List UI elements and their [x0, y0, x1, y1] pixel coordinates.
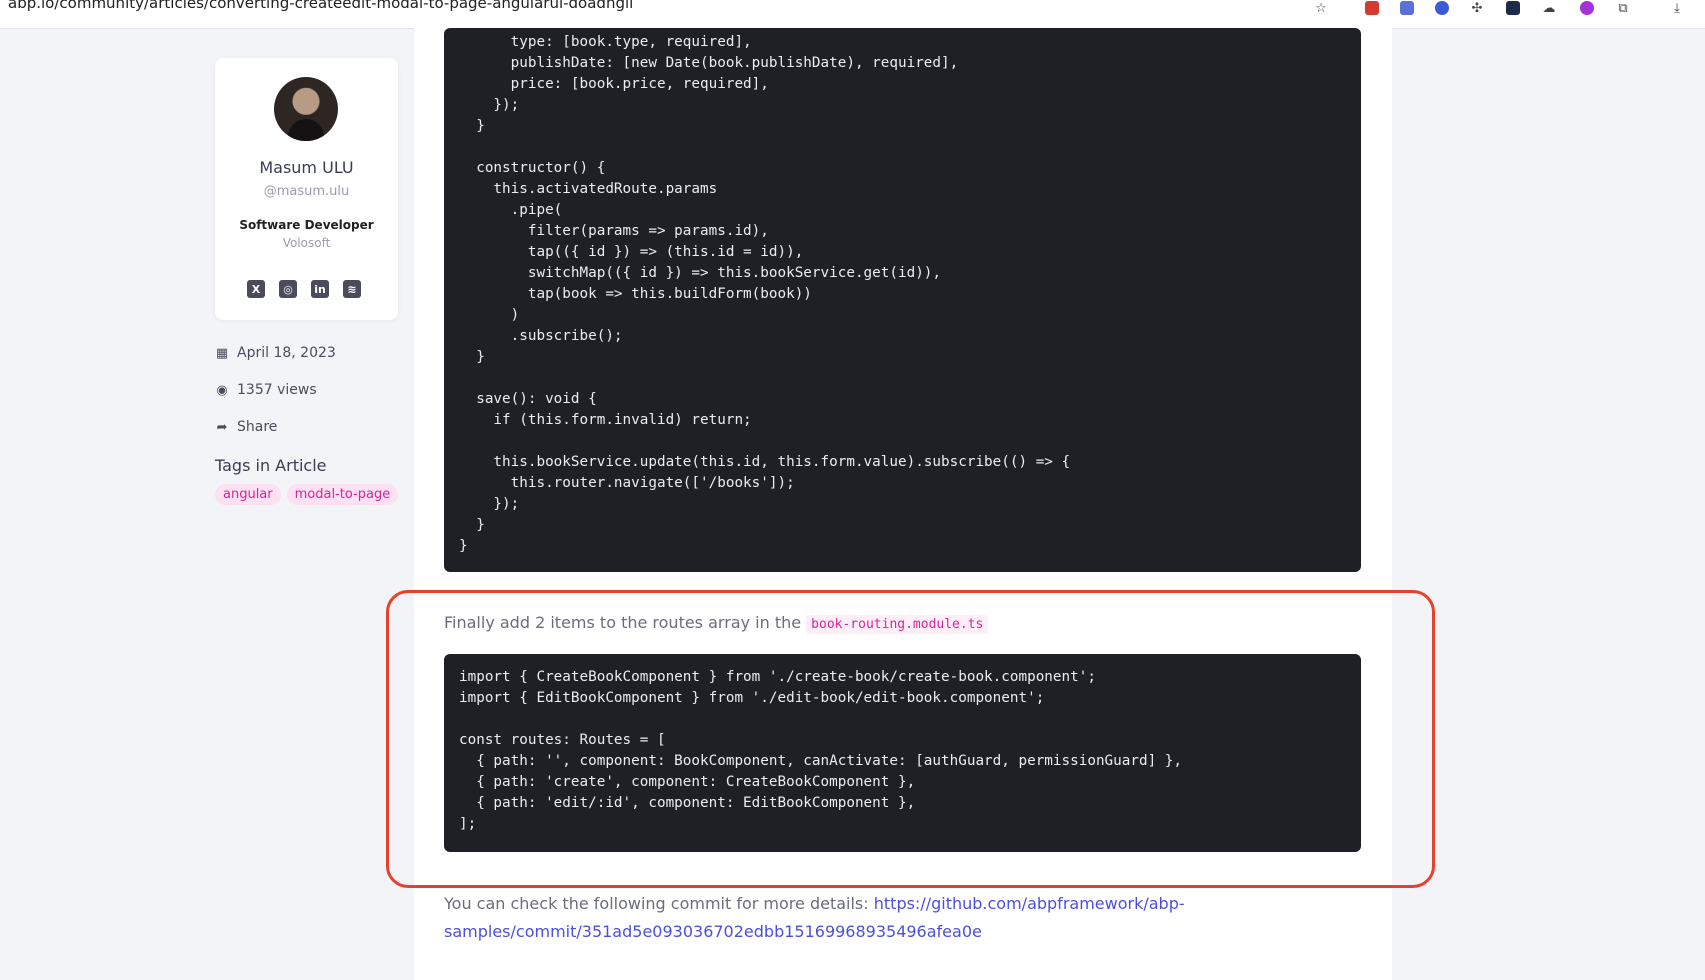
share-icon: ➦: [216, 419, 228, 435]
author-company: Volosoft: [282, 236, 331, 250]
extension-k-icon[interactable]: [1504, 0, 1522, 16]
code-block-component: type: [book.type, required], publishDate…: [444, 28, 1361, 572]
eye-icon: ◉: [216, 382, 228, 398]
browser-toolbar: abp.io/community/articles/converting-cre…: [0, 0, 1705, 29]
article-views: ◉ 1357 views: [215, 382, 317, 398]
social-links: X ◎ in ≋: [247, 280, 361, 298]
author-name[interactable]: Masum ULU: [215, 158, 398, 177]
author-handle: @masum.ulu: [263, 184, 350, 199]
x-icon[interactable]: X: [247, 280, 265, 298]
avatar[interactable]: [274, 77, 338, 141]
author-card: Masum ULU @masum.ulu Software Developer …: [215, 58, 398, 320]
tag-list: angular modal-to-page: [215, 484, 399, 505]
extension-translate-icon[interactable]: [1398, 0, 1416, 16]
code-block-component-text: type: [book.type, required], publishDate…: [459, 34, 1071, 554]
commit-intro-text: You can check the following commit for m…: [444, 894, 869, 913]
bookmark-star-icon[interactable]: ☆: [1312, 0, 1330, 16]
routes-file-code: book-routing.module.ts: [806, 615, 989, 634]
tag-angular[interactable]: angular: [215, 484, 281, 505]
extensions-puzzle-icon[interactable]: ⧉: [1614, 0, 1632, 16]
extension-purple-icon[interactable]: [1578, 0, 1596, 16]
code-block-routes-text: import { CreateBookComponent } from './c…: [459, 669, 1183, 832]
commit-paragraph: You can check the following commit for m…: [444, 890, 1204, 946]
extension-password-icon[interactable]: [1433, 0, 1451, 16]
routes-paragraph: Finally add 2 items to the routes array …: [444, 609, 989, 639]
calendar-icon: ▦: [215, 345, 229, 361]
code-block-routes: import { CreateBookComponent } from './c…: [444, 654, 1361, 852]
address-bar[interactable]: abp.io/community/articles/converting-cre…: [8, 0, 633, 12]
share-label: Share: [237, 419, 278, 435]
share-button[interactable]: ➦ Share: [215, 419, 278, 435]
article-date-text: April 18, 2023: [237, 345, 336, 361]
github-icon[interactable]: ◎: [279, 280, 297, 298]
routes-intro-text: Finally add 2 items to the routes array …: [444, 613, 802, 632]
article-views-text: 1357 views: [237, 382, 317, 398]
extension-fingerprint-icon[interactable]: ✣: [1468, 0, 1486, 16]
tags-title: Tags in Article: [215, 456, 327, 475]
extension-cloud-icon[interactable]: ☁: [1540, 0, 1558, 16]
extension-red-icon[interactable]: [1363, 0, 1381, 16]
tag-modal-to-page[interactable]: modal-to-page: [286, 484, 399, 505]
rss-icon[interactable]: ≋: [343, 280, 361, 298]
linkedin-icon[interactable]: in: [311, 280, 329, 298]
author-role: Software Developer: [239, 218, 374, 232]
download-icon[interactable]: ⤓: [1668, 0, 1686, 16]
article-date: ▦ April 18, 2023: [215, 345, 336, 361]
